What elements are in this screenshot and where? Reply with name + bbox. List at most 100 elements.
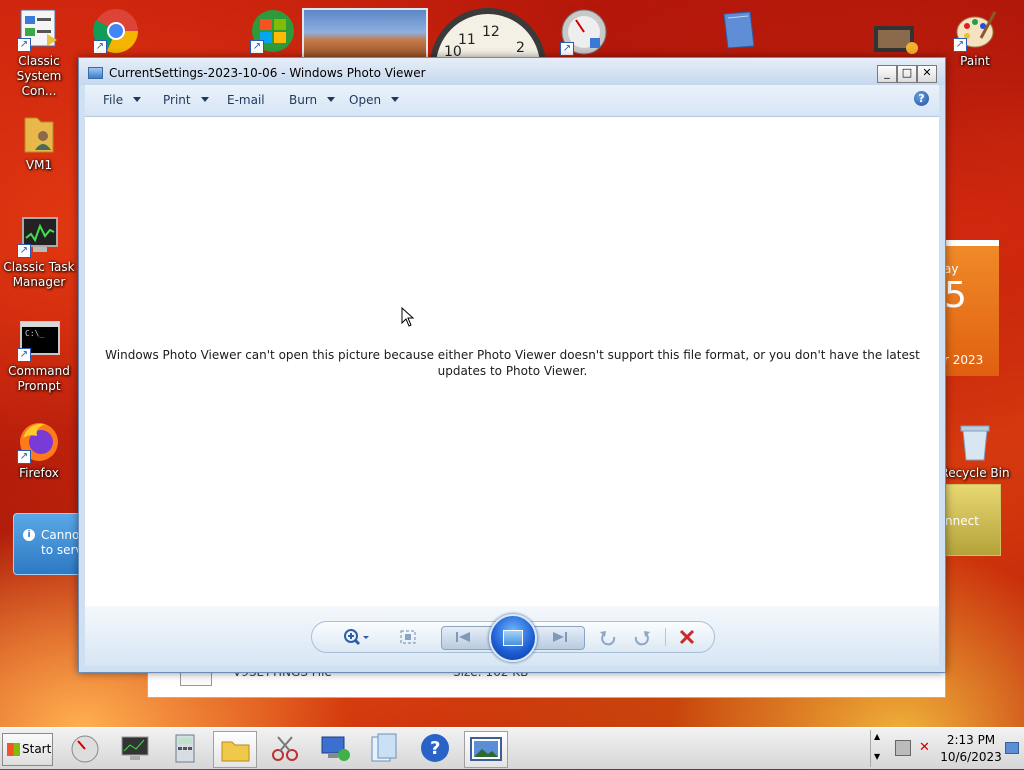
command-prompt-icon: C:\_ ↗: [17, 318, 61, 362]
mouse-cursor-icon: [401, 307, 415, 327]
shortcut-arrow-icon: ↗: [17, 348, 31, 362]
zoom-icon[interactable]: [342, 628, 372, 646]
volume-muted-icon[interactable]: ✕: [919, 740, 930, 755]
menu-burn[interactable]: Burn: [289, 93, 336, 107]
tray-scroll-up-icon[interactable]: ▲: [874, 732, 880, 741]
slideshow-gadget[interactable]: [302, 8, 428, 62]
menu-bar: File Print E-mail Burn Open ?: [85, 85, 939, 117]
desktop-icon-label: Paint: [960, 54, 990, 68]
recycle-bin-icon: [953, 420, 997, 464]
photo-viewer-app-icon: [88, 67, 103, 79]
rotate-cw-icon[interactable]: [632, 628, 652, 646]
photo-viewer-window: CurrentSettings-2023-10-06 - Windows Pho…: [78, 57, 946, 673]
clock-number: 12: [482, 24, 500, 40]
menu-open-label: Open: [349, 93, 382, 107]
image-viewer-area: Windows Photo Viewer can't open this pic…: [85, 117, 939, 606]
control-panel-icon: ↗: [17, 8, 61, 52]
movie-maker-icon[interactable]: [872, 22, 920, 56]
cpu-meter-icon[interactable]: ↗: [560, 8, 608, 56]
minimize-button[interactable]: _: [877, 65, 897, 83]
picture-icon: [503, 630, 523, 646]
network-icon[interactable]: [314, 731, 356, 766]
start-button[interactable]: Start: [2, 733, 53, 766]
desktop-icon-label: Manager: [12, 275, 66, 289]
speedometer-icon[interactable]: [64, 731, 106, 766]
help-icon[interactable]: ?: [414, 731, 456, 766]
document-icon[interactable]: [362, 731, 404, 766]
chevron-down-icon: [200, 97, 209, 102]
shortcut-arrow-icon: ↗: [17, 450, 31, 464]
desktop-icon-recycle-bin[interactable]: Recycle Bin: [936, 420, 1014, 481]
system-tray: ▲ ▼ ✕ 2:13 PM 10/6/2023: [870, 730, 1024, 767]
help-button[interactable]: ?: [914, 91, 929, 106]
slideshow-icon[interactable]: [489, 614, 537, 662]
desktop-icon-vm1[interactable]: VM1: [0, 112, 78, 173]
title-bar[interactable]: CurrentSettings-2023-10-06 - Windows Pho…: [79, 58, 945, 85]
desktop-icon-label: Firefox: [19, 466, 59, 480]
menu-print[interactable]: Print: [163, 93, 209, 107]
menu-file-label: File: [103, 93, 124, 107]
error-message: Windows Photo Viewer can't open this pic…: [105, 348, 920, 378]
window-title: CurrentSettings-2023-10-06 - Windows Pho…: [109, 66, 426, 80]
calendar-day-name: ay: [944, 262, 959, 276]
scissors-icon[interactable]: [264, 731, 306, 766]
close-button[interactable]: ✕: [917, 65, 937, 83]
rotate-ccw-icon[interactable]: [598, 628, 618, 646]
tray-scroll-down-icon[interactable]: ▼: [874, 752, 880, 761]
desktop-icon-label: Classic: [18, 54, 60, 68]
desktop-icon-label: System Con...: [16, 69, 62, 98]
notification-text: Canno to serv: [41, 528, 83, 557]
notebook-icon[interactable]: [718, 8, 760, 52]
menu-file[interactable]: File: [103, 93, 142, 107]
control-bar: [85, 606, 939, 666]
desktop-icon-classic-task-manager[interactable]: ↗ Classic Task Manager: [0, 214, 78, 290]
menu-email[interactable]: E-mail: [227, 93, 265, 107]
paint-palette-icon: ↗: [953, 8, 997, 52]
desktop-icon-paint[interactable]: ↗ Paint: [936, 8, 1014, 69]
info-icon: i: [23, 529, 35, 541]
svg-text:?: ?: [430, 738, 440, 759]
clock-time[interactable]: 2:13 PM: [931, 733, 1011, 747]
shortcut-arrow-icon: ↗: [93, 40, 107, 54]
monitor-icon[interactable]: [114, 731, 156, 766]
calendar-month-year: r 2023: [944, 353, 984, 367]
start-label: Start: [22, 742, 52, 756]
desktop-icon-classic-control[interactable]: ↗ Classic System Con...: [0, 8, 78, 99]
desktop-icon-label: Classic Task: [3, 260, 75, 274]
desktop-icon-firefox[interactable]: ↗ Firefox: [0, 420, 78, 481]
shortcut-arrow-icon: ↗: [250, 40, 264, 54]
calculator-icon[interactable]: [164, 731, 206, 766]
desktop-icon-command-prompt[interactable]: C:\_ ↗ Command Prompt: [0, 318, 78, 394]
svg-text:C:\_: C:\_: [25, 329, 44, 338]
actual-size-icon[interactable]: [398, 628, 418, 646]
desktop-icon-label: Prompt: [17, 379, 61, 393]
clock-number: 2: [516, 40, 525, 56]
next-icon[interactable]: [550, 628, 570, 646]
chrome-icon[interactable]: ↗: [93, 8, 139, 54]
calendar-gadget[interactable]: ay 5 r 2023: [944, 240, 999, 376]
menu-open[interactable]: Open: [349, 93, 400, 107]
maximize-button[interactable]: □: [897, 65, 917, 83]
clock-date[interactable]: 10/6/2023: [931, 750, 1011, 764]
previous-icon[interactable]: [453, 628, 473, 646]
photo-viewer-icon[interactable]: [464, 731, 508, 768]
shortcut-arrow-icon: ↗: [17, 244, 31, 258]
desktop-icon-label: Recycle Bin: [940, 466, 1010, 480]
menu-email-label: E-mail: [227, 93, 265, 107]
chevron-down-icon: [327, 97, 336, 102]
user-folder-icon: [17, 112, 61, 156]
desktop-icon-label: Command: [8, 364, 70, 378]
network-status-icon[interactable]: [895, 740, 911, 756]
calendar-day-number: 5: [944, 275, 967, 316]
connect-text: nnect: [945, 514, 979, 528]
folder-icon[interactable]: [213, 731, 257, 768]
delete-icon[interactable]: [677, 628, 697, 646]
windows-flag-icon: [7, 743, 20, 756]
taskbar: Start ? ▲ ▼ ✕ 2:13 PM 10/6/2023: [0, 727, 1024, 769]
windows-logo-icon[interactable]: ↗: [250, 8, 296, 54]
connect-gadget[interactable]: nnect: [944, 484, 1001, 556]
desktop-icon-label: VM1: [25, 158, 53, 172]
notification-gadget[interactable]: i Canno to serv: [13, 513, 83, 575]
firefox-icon: ↗: [17, 420, 61, 464]
show-desktop-icon[interactable]: [1005, 742, 1019, 754]
